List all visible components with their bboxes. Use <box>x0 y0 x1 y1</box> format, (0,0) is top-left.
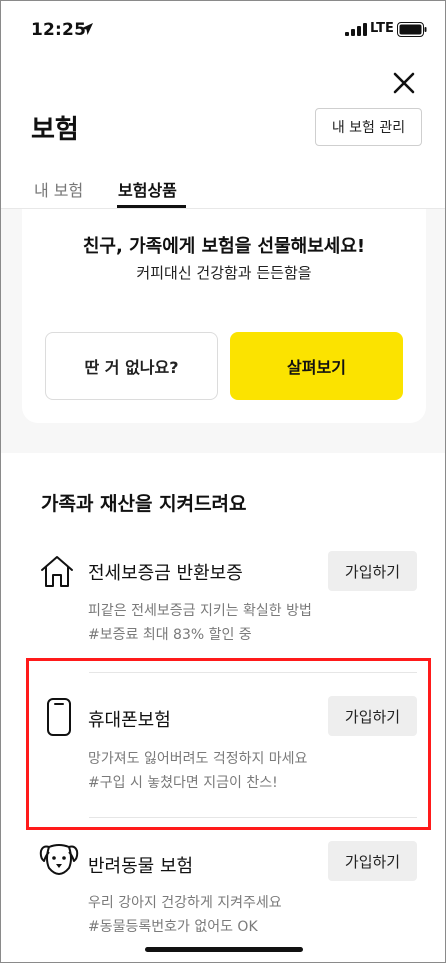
browse-button[interactable]: 살펴보기 <box>230 332 403 400</box>
house-icon <box>41 556 73 587</box>
tab-bar: 내 보험 보험상품 <box>1 167 445 211</box>
highlight-box <box>26 658 431 830</box>
cellular-signal-icon <box>345 23 367 36</box>
dog-icon <box>39 844 79 875</box>
battery-icon <box>397 22 427 37</box>
product-desc-pet: 우리 강아지 건강하게 지켜주세요 #동물등록번호가 없어도 OK <box>88 891 282 939</box>
page-title: 보험 <box>31 115 79 145</box>
home-indicator <box>145 947 303 952</box>
gift-subtitle: 커피대신 건강함과 든든함을 <box>136 264 312 282</box>
close-icon[interactable] <box>386 65 422 101</box>
network-label: LTE <box>370 21 394 36</box>
tab-insurance-products[interactable]: 보험상품 <box>118 177 177 201</box>
product-desc-jeonse: 피같은 전세보증금 지키는 확실한 방법 #보증료 최대 83% 할인 중 <box>88 599 312 647</box>
product-title-pet: 반려동물 보험 <box>88 856 194 877</box>
status-bar: 12:25 LTE <box>1 1 445 57</box>
desc-line: #보증료 최대 83% 할인 중 <box>88 627 252 643</box>
gift-title: 친구, 가족에게 보험을 선물해보세요! <box>82 236 366 257</box>
section-title: 가족과 재산을 지켜드려요 <box>41 493 247 515</box>
gift-promo-card: 친구, 가족에게 보험을 선물해보세요! 커피대신 건강함과 든든함을 딴 거 … <box>22 209 426 423</box>
manage-my-insurance-button[interactable]: 내 보험 관리 <box>315 108 422 146</box>
desc-line: 우리 강아지 건강하게 지켜주세요 <box>88 895 282 911</box>
desc-line: #동물등록번호가 없어도 OK <box>88 919 258 935</box>
phone-screen: 12:25 LTE 보험 내 보험 관리 내 보험 보험상품 친구, 가족에게 … <box>0 0 446 963</box>
anything-else-button[interactable]: 딴 거 없나요? <box>45 332 218 400</box>
location-arrow-icon <box>81 23 93 35</box>
tab-my-insurance[interactable]: 내 보험 <box>34 177 83 201</box>
join-button-pet[interactable]: 가입하기 <box>328 841 417 881</box>
desc-line: 피같은 전세보증금 지키는 확실한 방법 <box>88 603 312 619</box>
join-button-jeonse[interactable]: 가입하기 <box>328 551 417 591</box>
status-time: 12:25 <box>31 20 87 40</box>
product-title-jeonse: 전세보증금 반환보증 <box>88 563 243 584</box>
